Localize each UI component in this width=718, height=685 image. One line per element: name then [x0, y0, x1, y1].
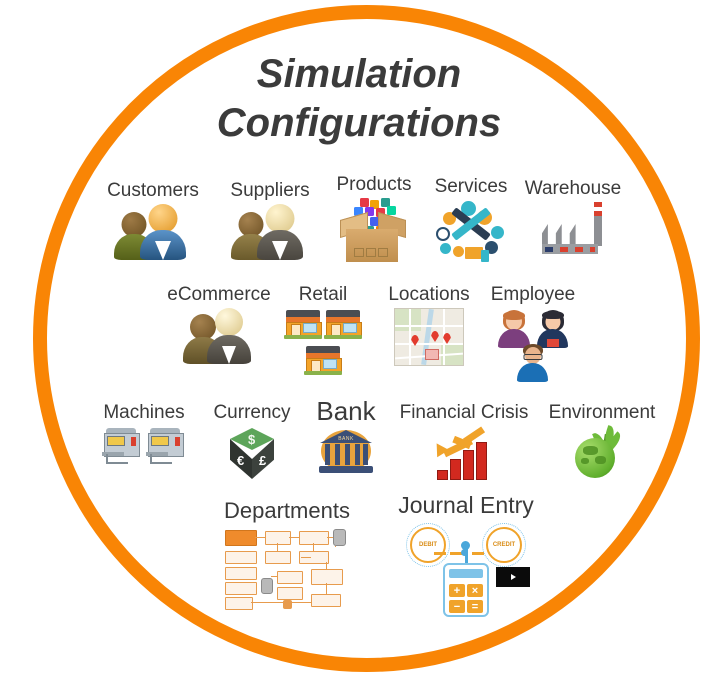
currency-symbol-left: € — [237, 453, 245, 468]
item-locations[interactable]: Locations — [378, 284, 480, 366]
item-journal-entry[interactable]: Journal Entry DEBIT CREDIT + × − = — [390, 492, 542, 617]
two-people-icon — [183, 308, 255, 364]
two-people-icon — [231, 204, 309, 260]
item-label-services: Services — [434, 176, 508, 197]
tools-services-icon — [435, 200, 507, 266]
page-title: Simulation Configurations — [0, 50, 718, 148]
item-label-journal-entry: Journal Entry — [398, 492, 534, 518]
item-departments[interactable]: Departments — [196, 498, 378, 612]
item-products[interactable]: Products — [324, 174, 424, 264]
item-suppliers[interactable]: Suppliers — [218, 180, 322, 260]
item-label-warehouse: Warehouse — [524, 178, 622, 199]
item-environment[interactable]: Environment — [546, 402, 658, 480]
item-label-suppliers: Suppliers — [230, 180, 310, 201]
debit-label: DEBIT — [410, 527, 446, 563]
currency-symbol-top: $ — [248, 432, 256, 447]
two-people-icon — [114, 204, 192, 260]
item-label-machines: Machines — [103, 402, 185, 423]
currency-symbol-right: £ — [259, 453, 267, 468]
item-label-products: Products — [336, 174, 412, 195]
bank-building-icon: BANK — [317, 428, 375, 476]
employee-avatars-icon — [493, 308, 573, 382]
bank-sign-text: BANK — [338, 436, 354, 442]
declining-chart-icon — [431, 426, 497, 482]
item-customers[interactable]: Customers — [98, 180, 208, 260]
credit-label: CREDIT — [486, 527, 522, 563]
poster-canvas: Simulation Configurations Customers Supp… — [0, 0, 718, 685]
item-label-financial-crisis: Financial Crisis — [399, 402, 529, 423]
item-label-bank: Bank — [316, 396, 376, 426]
page-title-line1: Simulation — [256, 52, 462, 96]
item-label-customers: Customers — [107, 180, 199, 201]
factory-icon — [540, 202, 606, 254]
page-title-line2: Configurations — [216, 100, 502, 145]
green-globe-plant-icon — [573, 425, 631, 480]
video-thumbnail[interactable] — [496, 567, 530, 587]
calc-key-minus: − — [449, 600, 465, 613]
item-employee[interactable]: Employee — [482, 284, 584, 382]
item-ecommerce[interactable]: eCommerce — [156, 284, 282, 364]
item-services[interactable]: Services — [425, 176, 517, 266]
calculator-debit-credit-icon: DEBIT CREDIT + × − = — [400, 521, 532, 617]
currency-cube-icon: $ € £ — [224, 426, 280, 484]
item-label-environment: Environment — [548, 402, 656, 423]
play-icon — [510, 574, 516, 580]
item-label-currency: Currency — [213, 402, 291, 423]
machines-icon — [102, 426, 186, 468]
item-machines[interactable]: Machines — [92, 402, 196, 468]
calc-key-plus: + — [449, 584, 465, 597]
item-currency[interactable]: Currency $ € £ — [204, 402, 300, 484]
item-label-departments: Departments — [224, 498, 350, 523]
item-retail[interactable]: Retail — [284, 284, 362, 376]
map-pins-icon — [394, 308, 464, 366]
item-warehouse[interactable]: Warehouse — [518, 178, 628, 254]
item-label-ecommerce: eCommerce — [167, 284, 271, 305]
storefronts-icon — [284, 308, 362, 376]
item-label-locations: Locations — [388, 284, 470, 305]
calc-key-times: × — [467, 584, 483, 597]
item-bank[interactable]: Bank BANK — [306, 396, 386, 476]
item-label-employee: Employee — [490, 284, 576, 305]
box-of-products-icon — [338, 198, 410, 264]
flowchart-icon — [223, 526, 351, 612]
calc-key-equals: = — [467, 600, 483, 613]
item-financial-crisis[interactable]: Financial Crisis — [390, 402, 538, 482]
item-label-retail: Retail — [298, 284, 348, 305]
